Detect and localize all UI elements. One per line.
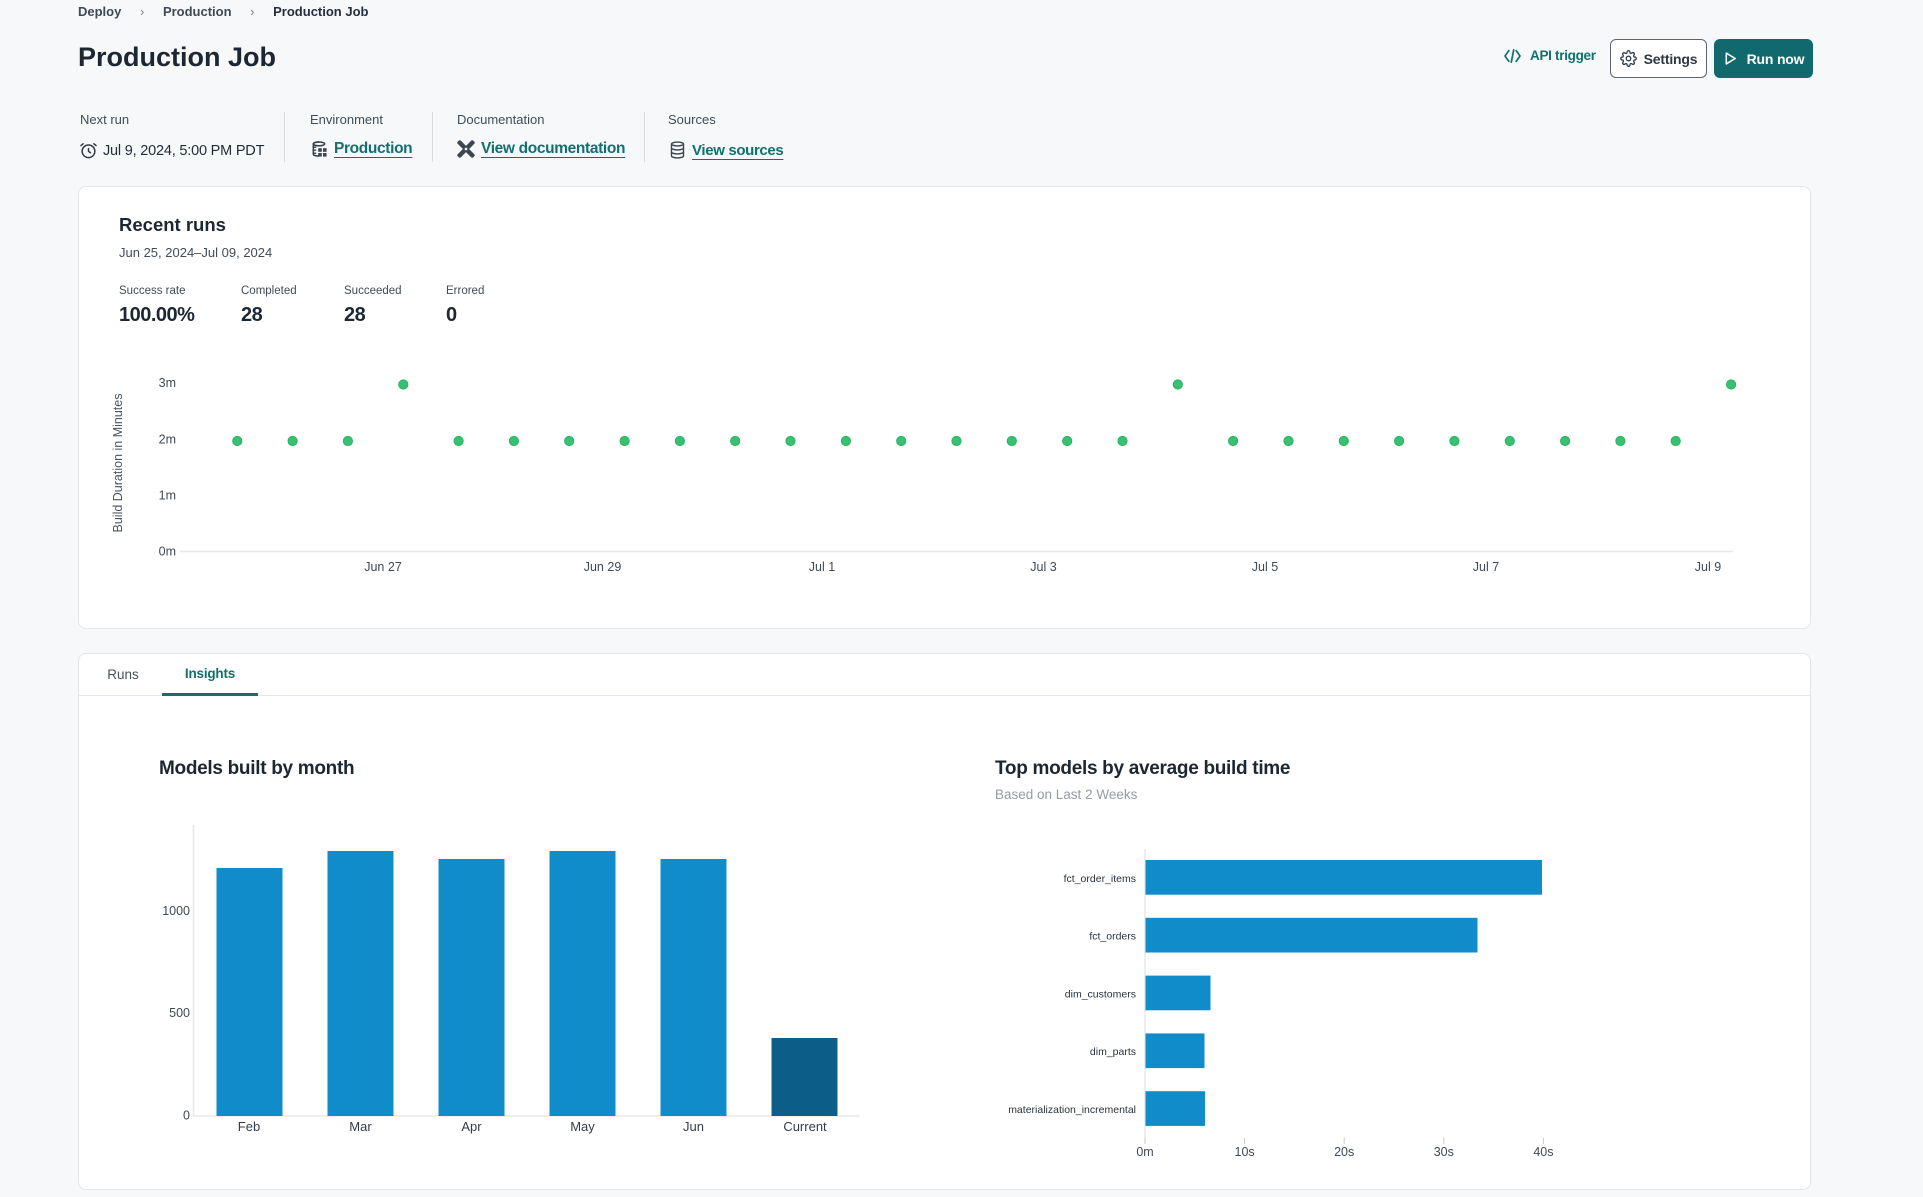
svg-text:30s: 30s: [1434, 1145, 1454, 1159]
svg-text:dim_customers: dim_customers: [1065, 989, 1136, 1001]
svg-text:Mar: Mar: [349, 1119, 372, 1134]
svg-text:Current: Current: [783, 1119, 827, 1134]
svg-text:materialization_incremental: materialization_incremental: [1008, 1104, 1136, 1116]
svg-text:Jul 1: Jul 1: [809, 560, 835, 574]
svg-text:May: May: [570, 1119, 595, 1134]
svg-text:20s: 20s: [1334, 1145, 1354, 1159]
svg-text:0m: 0m: [159, 545, 176, 559]
svg-text:0: 0: [183, 1109, 190, 1123]
svg-text:3m: 3m: [159, 376, 176, 390]
svg-text:fct_orders: fct_orders: [1089, 931, 1136, 943]
svg-text:Apr: Apr: [461, 1119, 482, 1134]
svg-text:Jun: Jun: [683, 1119, 704, 1134]
svg-text:1m: 1m: [159, 489, 176, 503]
svg-text:40s: 40s: [1533, 1145, 1553, 1159]
svg-text:500: 500: [169, 1006, 190, 1020]
svg-text:10s: 10s: [1235, 1145, 1255, 1159]
svg-text:2m: 2m: [159, 433, 176, 447]
svg-text:Jun 29: Jun 29: [584, 560, 622, 574]
svg-text:Feb: Feb: [238, 1119, 260, 1134]
svg-text:Build Duration in Minutes: Build Duration in Minutes: [111, 394, 125, 533]
svg-text:Jul 7: Jul 7: [1473, 560, 1499, 574]
svg-text:0m: 0m: [1136, 1145, 1153, 1159]
svg-text:Jul 5: Jul 5: [1252, 560, 1278, 574]
svg-text:Jul 3: Jul 3: [1030, 560, 1056, 574]
svg-text:fct_order_items: fct_order_items: [1064, 873, 1136, 885]
svg-text:1000: 1000: [162, 904, 190, 918]
svg-text:dim_parts: dim_parts: [1090, 1046, 1136, 1058]
svg-text:Jul 9: Jul 9: [1695, 560, 1721, 574]
svg-text:Jun 27: Jun 27: [364, 560, 402, 574]
